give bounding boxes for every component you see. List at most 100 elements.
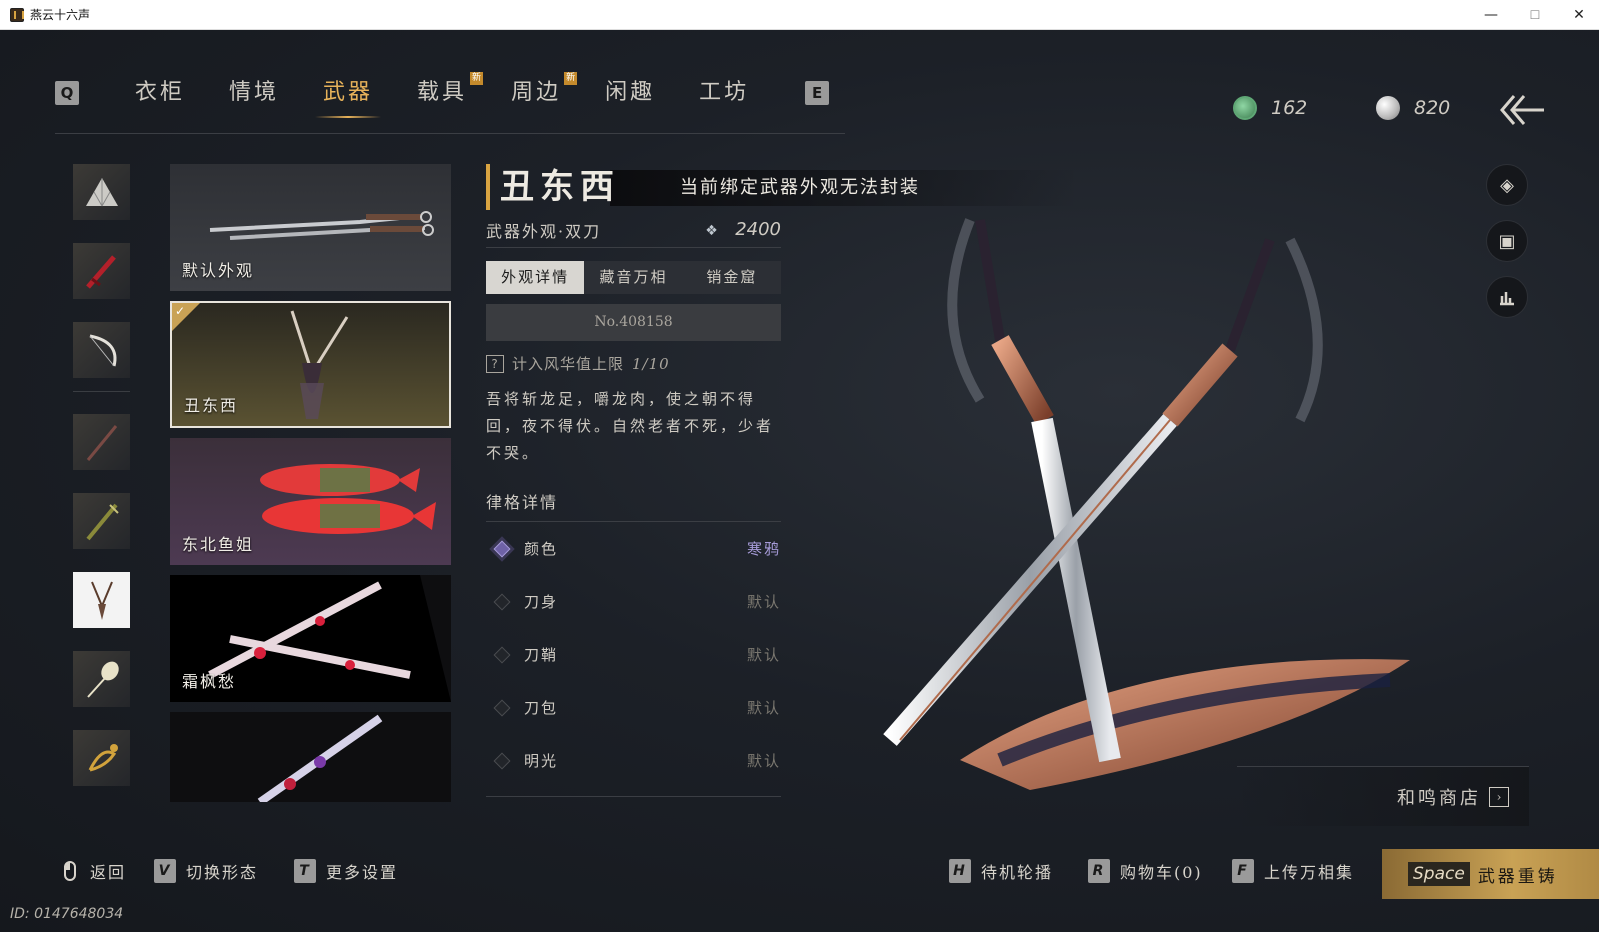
key-h: H [949, 859, 971, 883]
skin-type: 武器外观·双刀 [486, 221, 602, 241]
nav-next-key[interactable]: E [805, 81, 830, 105]
attr-row-glow[interactable]: 明光 默认 [486, 734, 781, 787]
skin-price: ❖ 2400 [705, 219, 781, 240]
nav-prev-key[interactable]: Q [55, 81, 79, 105]
attr-name: 明光 [524, 752, 559, 770]
stats-chart-icon[interactable] [1486, 276, 1528, 318]
tab-vehicle[interactable]: 载具新 [395, 68, 489, 118]
skin-card[interactable]: 霜枫愁 [170, 575, 451, 702]
pearl-amount: 820 [1414, 97, 1451, 119]
bow-icon[interactable] [73, 322, 130, 378]
list-divider [486, 796, 781, 797]
tab-leisure[interactable]: 闲趣 [583, 68, 677, 118]
section-title: 律格详情 [486, 489, 781, 522]
rope-dart-icon[interactable] [73, 730, 130, 786]
hint-label: 购物车(0) [1120, 863, 1203, 882]
attr-row-sheath[interactable]: 刀鞘 默认 [486, 628, 781, 681]
maximize-button[interactable]: ☐ [1513, 0, 1557, 30]
tab-weapon[interactable]: 武器 [301, 68, 395, 118]
skin-name-bar: 丑东西 [486, 164, 781, 210]
cart-hint[interactable]: R 购物车(0) [1088, 859, 1203, 883]
idle-carousel-hint[interactable]: H 待机轮播 [949, 859, 1053, 883]
attr-row-color[interactable]: 颜色 寒鸦 [486, 522, 781, 575]
button-label: 武器重铸 [1477, 866, 1558, 887]
switch-form-hint[interactable]: V 切换形态 [154, 859, 258, 883]
skin-card[interactable] [170, 712, 451, 802]
harmony-shop-link[interactable]: 和鸣商店 › [1237, 766, 1529, 826]
purple-blades-icon [257, 714, 383, 802]
tab-wardrobe[interactable]: 衣柜 [113, 68, 207, 118]
skin-card[interactable]: 默认外观 [170, 164, 451, 291]
back-arrow-icon[interactable] [1498, 92, 1548, 128]
help-icon[interactable]: ? [486, 354, 504, 373]
diamond-currency-icon: ❖ [705, 222, 718, 239]
back-hint[interactable]: 返回 [64, 859, 126, 883]
red-sword-icon[interactable] [73, 243, 130, 299]
category-divider [73, 391, 130, 392]
diamond-icon [493, 699, 511, 716]
hint-label: 切换形态 [186, 863, 259, 882]
attr-value: 默认 [746, 646, 781, 664]
attr-row-bag[interactable]: 刀包 默认 [486, 681, 781, 734]
new-badge: 新 [470, 72, 484, 85]
key-space: Space [1408, 862, 1470, 886]
close-button[interactable]: ✕ [1557, 0, 1599, 30]
umbrella-icon[interactable] [73, 651, 130, 707]
cap-value: 1/10 [632, 354, 670, 373]
hint-label: 返回 [90, 863, 127, 882]
attr-value: 默认 [746, 752, 781, 770]
window-title: 燕云十六声 [30, 8, 91, 22]
skin-type-row: 武器外观·双刀 ❖ 2400 [486, 212, 781, 248]
attr-value: 寒鸦 [746, 540, 781, 558]
upload-hint[interactable]: F 上传万相集 [1232, 859, 1354, 883]
new-badge: 新 [564, 72, 578, 85]
player-id: ID: 0147648034 [10, 906, 124, 922]
skin-description: 吾将斩龙足，嚼龙肉，使之朝不得回，夜不得伏。自然老者不死，少者不哭。 [486, 390, 775, 462]
jade-amount: 162 [1271, 97, 1308, 119]
skin-label: 东北鱼姐 [182, 535, 255, 554]
game-viewport: Q 衣柜 情境 武器 载具新 周边新 闲趣 工坊 E 162 820 默认外观 … [0, 30, 1599, 932]
attr-name: 刀包 [524, 699, 559, 717]
hint-label: 更多设置 [326, 863, 399, 882]
price-value: 2400 [735, 219, 781, 240]
elegance-cap: ? 计入风华值上限 1/10 [486, 353, 781, 374]
glaive-icon[interactable] [73, 493, 130, 549]
portrait-icon[interactable]: ▣ [1486, 220, 1528, 262]
more-settings-hint[interactable]: T 更多设置 [294, 859, 398, 883]
pearl-currency: 820 [1376, 96, 1450, 120]
minimize-button[interactable]: — [1469, 0, 1513, 30]
pearl-icon [1376, 96, 1400, 120]
jade-icon [1233, 96, 1257, 120]
tab-sound-collection[interactable]: 藏音万相 [584, 261, 682, 294]
hint-label: 上传万相集 [1264, 863, 1355, 882]
tab-workshop[interactable]: 工坊 [677, 68, 771, 118]
skin-list: 默认外观 ✓ 丑东西 东北鱼姐 霜枫愁 [170, 164, 451, 812]
serial-number: No.408158 [486, 304, 781, 341]
weapon-reforge-button[interactable]: Space 武器重铸 [1382, 849, 1599, 899]
fan-weapon-icon[interactable] [73, 164, 130, 220]
top-nav: Q 衣柜 情境 武器 载具新 周边新 闲趣 工坊 E [55, 68, 830, 118]
attr-value: 默认 [746, 699, 781, 717]
attr-name: 刀身 [524, 593, 559, 611]
detail-tabs: 外观详情 藏音万相 销金窟 [486, 261, 781, 294]
tab-peripheral[interactable]: 周边新 [489, 68, 583, 118]
tab-appearance-details[interactable]: 外观详情 [486, 261, 585, 294]
external-arrow-icon: › [1489, 786, 1509, 807]
tab-scene[interactable]: 情境 [207, 68, 301, 118]
jade-currency: 162 [1233, 96, 1307, 120]
spear-icon[interactable] [73, 414, 130, 470]
dual-blades-icon[interactable] [73, 572, 130, 628]
skin-card-selected[interactable]: ✓ 丑东西 [170, 301, 451, 428]
key-v: V [154, 859, 176, 883]
skin-card[interactable]: 东北鱼姐 [170, 438, 451, 565]
attr-row-blade[interactable]: 刀身 默认 [486, 575, 781, 628]
dye-diamond-icon[interactable]: ◈ [1486, 164, 1528, 206]
skin-label: 默认外观 [182, 261, 255, 280]
weapon-preview-image[interactable] [870, 180, 1470, 800]
mouse-icon [64, 861, 76, 881]
skin-label: 霜枫愁 [182, 672, 237, 691]
tab-gold-cave[interactable]: 销金窟 [683, 261, 781, 294]
attr-name: 刀鞘 [524, 646, 559, 664]
key-f: F [1232, 859, 1254, 883]
key-t: T [294, 859, 316, 883]
